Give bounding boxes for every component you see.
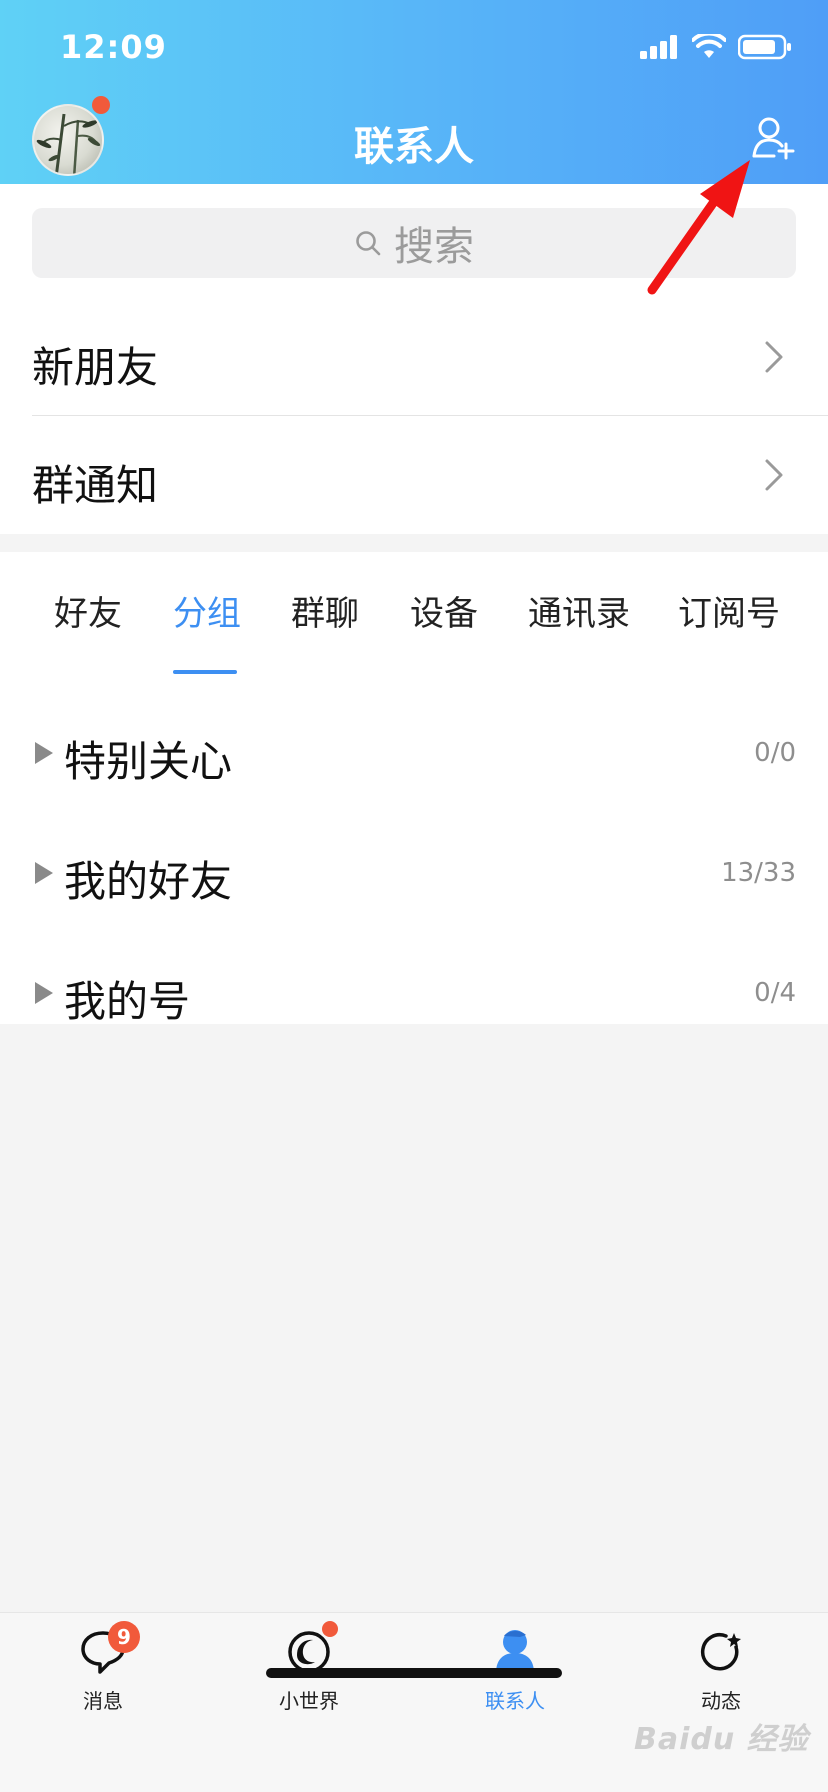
search-input[interactable]: 搜索 [32, 208, 796, 278]
chevron-right-icon [765, 459, 783, 491]
expand-triangle-icon [35, 742, 53, 764]
battery-icon [738, 34, 791, 60]
group-name: 我的号 [64, 977, 191, 1026]
contact-tabs: 好友 分组 群聊 设备 通讯录 订阅号 [0, 586, 828, 674]
group-row-my-friends[interactable]: 我的好友 13/33 [0, 814, 828, 934]
signal-icon [640, 35, 677, 59]
active-tab-indicator [173, 670, 237, 674]
wifi-icon [692, 34, 726, 58]
tab-friends[interactable]: 好友 [54, 586, 122, 635]
small-world-badge-dot [322, 1621, 338, 1637]
contacts-screen: 12:09 联系人 搜索 新朋友 群通知 好友 分组 群聊 设备 通讯录 订阅号… [0, 0, 828, 1792]
tabbar-label: 联系人 [485, 1689, 545, 1713]
group-name: 我的好友 [64, 857, 233, 906]
tab-subscriptions[interactable]: 订阅号 [678, 586, 780, 635]
tab-group-chats[interactable]: 群聊 [291, 586, 359, 635]
tab-devices[interactable]: 设备 [410, 586, 478, 635]
tabbar-moments[interactable]: 动态 [661, 1627, 781, 1714]
tabbar-label: 动态 [701, 1689, 741, 1713]
tabbar-label: 消息 [83, 1689, 123, 1713]
new-friends-label: 新朋友 [32, 343, 159, 392]
tabbar-label: 小世界 [279, 1689, 339, 1713]
message-badge: 9 [108, 1621, 140, 1653]
search-placeholder: 搜索 [394, 224, 474, 270]
tab-groups[interactable]: 分组 [173, 586, 241, 635]
chevron-right-icon [765, 341, 783, 373]
header: 12:09 联系人 [0, 0, 828, 184]
tabbar-messages[interactable]: 9 消息 [43, 1621, 163, 1714]
moments-star-icon [700, 1633, 741, 1671]
group-count: 0/0 [754, 738, 796, 768]
search-icon [356, 231, 381, 256]
new-friends-row[interactable]: 新朋友 [0, 298, 828, 416]
contacts-content: 好友 分组 群聊 设备 通讯录 订阅号 特别关心 0/0 我的好友 13/33 … [0, 552, 828, 1026]
status-time: 12:09 [60, 28, 167, 66]
search-bar-area: 搜索 [0, 184, 828, 298]
group-count: 13/33 [721, 858, 796, 888]
group-name: 特别关心 [64, 737, 233, 786]
bottom-tab-bar: 9 消息 小世界 联系人 动态 [0, 1612, 828, 1792]
expand-triangle-icon [35, 982, 53, 1004]
group-count: 0/4 [754, 978, 796, 1008]
avatar-notification-dot [92, 96, 110, 114]
expand-triangle-icon [35, 862, 53, 884]
home-indicator [266, 1668, 562, 1678]
add-friend-icon[interactable] [752, 116, 796, 160]
status-icons [640, 34, 792, 60]
tab-address-book[interactable]: 通讯录 [528, 586, 630, 635]
page-title: 联系人 [354, 124, 474, 170]
group-notifications-row[interactable]: 群通知 [0, 416, 828, 534]
group-row-my-accounts[interactable]: 我的号 0/4 [0, 934, 828, 1054]
group-row-special-care[interactable]: 特别关心 0/0 [0, 694, 828, 814]
group-notifications-label: 群通知 [32, 461, 159, 510]
watermark: Baidu 经验 [634, 1722, 809, 1757]
